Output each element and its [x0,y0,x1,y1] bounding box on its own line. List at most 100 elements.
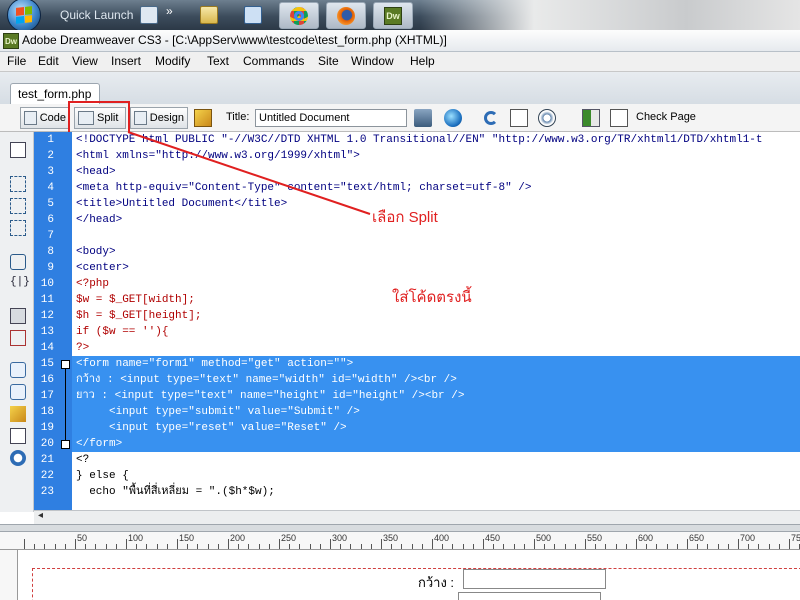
code-line: <html xmlns="http://www.w3.org/1999/xhtm… [76,150,360,162]
file-management-icon[interactable] [414,109,432,127]
document-tab-strip: test_form.php [0,72,800,104]
ruler-tick [452,544,454,549]
ruler-tick [646,544,648,549]
ruler-tick [319,544,321,549]
taskbar-chrome-button[interactable] [279,2,319,29]
preview-browser-icon[interactable] [444,109,462,127]
ruler-tick [350,544,352,549]
check-page-label[interactable]: Check Page [636,111,696,123]
line-number: 20 [40,438,54,450]
window-titlebar[interactable]: Dw Adobe Dreamweaver CS3 - [C:\AppServ\w… [0,30,800,52]
line-number: 14 [40,342,54,354]
menu-help[interactable]: Help [410,54,435,68]
ruler-tick [340,544,342,549]
code-annotation: ใส่โค้ดตรงนี้ [392,289,472,306]
split-pane-divider[interactable] [0,524,800,532]
design-height-input[interactable] [458,592,601,600]
ruler-tick [146,544,148,549]
indent-code-icon[interactable] [10,450,26,466]
validate-markup-icon[interactable] [582,109,600,127]
wrap-tag-icon[interactable] [10,406,26,422]
ruler-label: 150 [179,533,195,543]
code-line: <meta http-equiv="Content-Type" content=… [76,182,532,194]
menu-file[interactable]: File [7,54,26,68]
remove-comment-icon[interactable] [10,384,26,400]
code-line: echo "พื้นที่สี่เหลี่ยม = ".($h*$w); [76,486,275,498]
horizontal-scrollbar[interactable]: ◂ [34,510,800,524]
check-page-icon[interactable] [610,109,628,127]
ruler-tick [564,544,566,549]
open-documents-icon[interactable] [10,142,26,158]
ruler-tick [126,539,127,549]
refresh-icon[interactable] [484,111,498,125]
ruler-tick [360,544,362,549]
ruler-tick [75,539,76,549]
menu-view[interactable]: View [72,54,98,68]
ruler-tick [299,544,301,549]
ruler-tick [248,544,250,549]
view-options-icon[interactable] [510,109,528,127]
ruler-tick [697,544,699,549]
ruler-tick [738,539,739,549]
ruler-tick [115,544,117,549]
ruler-tick [534,539,535,549]
highlight-invalid-code-icon[interactable] [10,330,26,346]
scroll-left-icon[interactable]: ◂ [38,510,43,521]
code-line: <body> [76,246,116,258]
line-number: 9 [47,262,54,274]
code-line: <center> [76,262,129,274]
ruler-label: 300 [332,533,348,543]
menu-commands[interactable]: Commands [243,54,304,68]
ruler-label: 700 [740,533,756,543]
ruler-tick [636,539,637,549]
fold-toggle-icon[interactable] [61,360,70,369]
taskbar-firefox-button[interactable] [326,2,366,29]
menu-window[interactable]: Window [351,54,394,68]
menu-insert[interactable]: Insert [111,54,141,68]
apply-comment-icon[interactable] [10,362,26,378]
quick-launch-more-icon[interactable]: » [166,4,173,18]
code-line: <title>Untitled Document</title> [76,198,288,210]
visual-aids-icon[interactable] [538,109,556,127]
dreamweaver-icon: Dw [384,6,402,25]
ruler-tick [411,544,413,549]
menu-site[interactable]: Site [318,54,339,68]
split-button-highlight-box [68,101,130,135]
live-data-icon[interactable] [194,109,212,127]
design-width-label: กว้าง : [418,575,455,590]
fold-end-icon[interactable] [61,440,70,449]
code-line: <head> [76,166,116,178]
ruler-label: 400 [434,533,450,543]
design-view-button[interactable]: Design [130,107,188,129]
document-title-input[interactable] [255,109,407,127]
taskbar: Quick Launch » Dw [0,0,800,32]
menu-text[interactable]: Text [207,54,229,68]
design-width-input[interactable] [463,569,606,589]
ruler-tick [166,544,168,549]
form-outline [32,568,800,600]
expand-all-icon[interactable] [10,220,26,236]
code-view-button[interactable]: Code [20,107,70,129]
line-number: 16 [40,374,54,386]
code-line: <input type="reset" value="Reset" /> [76,422,347,434]
collapse-full-tag-icon[interactable] [10,176,26,192]
taskbar-dreamweaver-button[interactable]: Dw [373,2,413,29]
menu-edit[interactable]: Edit [38,54,59,68]
ruler-tick [615,544,617,549]
window-switch-icon[interactable] [244,6,262,24]
design-view[interactable]: กว้าง : [18,550,800,600]
folder-icon[interactable] [200,6,218,24]
ruler-tick [595,544,597,549]
balance-braces-icon[interactable]: {|} [10,276,30,292]
start-button[interactable] [4,0,44,32]
recent-snippets-icon[interactable] [10,428,26,444]
code-line: กว้าง : <input type="text" name="width" … [76,374,457,386]
ruler-tick [258,544,260,549]
code-line: if ($w == ''){ [76,326,169,338]
line-numbers-icon[interactable] [10,308,26,324]
show-desktop-icon[interactable] [140,6,158,24]
menu-modify[interactable]: Modify [155,54,190,68]
collapse-selection-icon[interactable] [10,198,26,214]
code-line: $w = $_GET[width]; [76,294,195,306]
select-parent-tag-icon[interactable] [10,254,26,270]
